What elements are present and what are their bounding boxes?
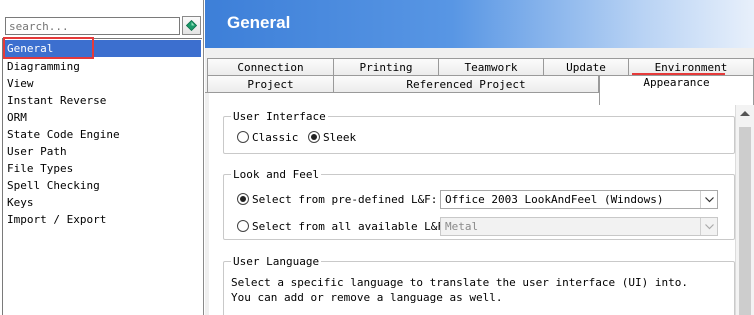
classic-label: Classic (252, 131, 299, 144)
diamond-icon (186, 20, 197, 31)
classic-radio[interactable] (237, 131, 249, 143)
tab-appearance[interactable]: Appearance (599, 75, 754, 105)
category-item-user-path[interactable]: User Path (7, 143, 67, 160)
category-item-instant-reverse[interactable]: Instant Reverse (7, 92, 106, 109)
tab-referenced-project[interactable]: Referenced Project (333, 75, 599, 92)
classic-radio-option[interactable]: Classic (237, 131, 298, 144)
tab-update[interactable]: Update (543, 58, 629, 75)
category-item-import-export[interactable]: Import / Export (7, 211, 106, 228)
look-and-feel-title: Look and Feel (231, 168, 322, 181)
sleek-radio[interactable] (308, 131, 320, 143)
tab-printing[interactable]: Printing (333, 58, 439, 75)
all-lf-radio[interactable] (237, 220, 249, 232)
category-item-file-types[interactable]: File Types (7, 160, 73, 177)
search-input[interactable] (5, 17, 180, 35)
user-interface-title: User Interface (231, 110, 328, 123)
category-list: General Diagramming View Instant Reverse… (2, 38, 202, 315)
appearance-content: User Interface Classic Sleek Look and Fe… (209, 93, 735, 315)
search-button[interactable] (182, 16, 201, 35)
sleek-label: Sleek (323, 131, 357, 144)
category-item-view[interactable]: View (7, 75, 34, 92)
tab-project[interactable]: Project (207, 75, 334, 92)
tab-teamwork[interactable]: Teamwork (438, 58, 544, 75)
predefined-lf-option[interactable]: Select from pre-defined L&F: (237, 193, 437, 206)
user-interface-group: User Interface Classic Sleek (223, 110, 735, 154)
settings-panel: General Connection Printing Teamwork Upd… (205, 0, 754, 315)
page-header: General (205, 0, 754, 48)
tab-environment[interactable]: Environment (628, 58, 754, 75)
all-lf-option[interactable]: Select from all available L&F: (237, 220, 451, 233)
preferences-sidebar: General Diagramming View Instant Reverse… (0, 0, 204, 315)
user-language-description-line2: You can add or remove a language as well… (231, 291, 503, 304)
category-item-diagramming[interactable]: Diagramming (7, 58, 80, 75)
all-lf-value: Metal (445, 220, 479, 233)
sleek-radio-option[interactable]: Sleek (308, 131, 356, 144)
predefined-lf-label: Select from pre-defined L&F: (252, 193, 438, 206)
page-title: General (227, 13, 291, 32)
vertical-scrollbar[interactable] (735, 93, 754, 315)
category-item-general[interactable]: General (4, 40, 201, 57)
chevron-down-icon (700, 191, 717, 208)
category-item-orm[interactable]: ORM (7, 109, 27, 126)
all-lf-label: Select from all available L&F: (252, 220, 451, 233)
user-language-title: User Language (231, 255, 322, 268)
all-lf-select: Metal (440, 217, 718, 236)
predefined-lf-radio[interactable] (237, 193, 249, 205)
predefined-lf-select[interactable]: Office 2003 LookAndFeel (Windows) (440, 190, 718, 209)
look-and-feel-group: Look and Feel Select from pre-defined L&… (223, 168, 735, 240)
predefined-lf-value: Office 2003 LookAndFeel (Windows) (445, 193, 664, 206)
scroll-thumb[interactable] (739, 127, 751, 315)
chevron-down-icon (700, 218, 717, 235)
user-language-group: User Language Select a specific language… (223, 255, 735, 315)
scroll-up-arrow-icon[interactable] (740, 111, 750, 116)
category-item-state-code-engine[interactable]: State Code Engine (7, 126, 120, 143)
user-language-description-line1: Select a specific language to translate … (231, 276, 688, 289)
tab-connection[interactable]: Connection (207, 58, 334, 75)
category-item-spell-checking[interactable]: Spell Checking (7, 177, 100, 194)
category-item-keys[interactable]: Keys (7, 194, 34, 211)
